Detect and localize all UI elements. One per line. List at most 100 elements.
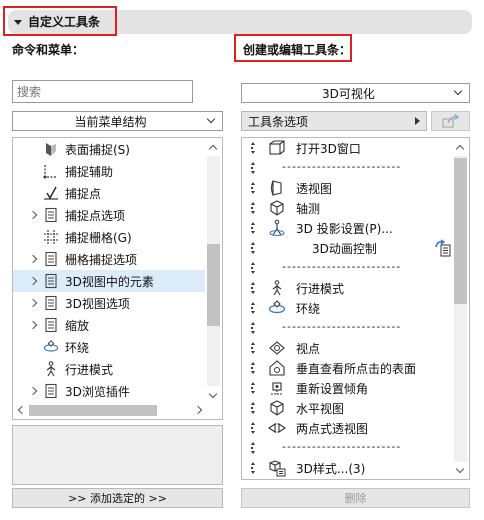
surface-snap-icon	[43, 141, 59, 157]
chevron-right-icon[interactable]	[28, 276, 38, 286]
toolbar-item[interactable]: 视点	[242, 338, 454, 358]
toolbar-items-list[interactable]: 打开3D窗口 ------------------------ 透视图 轴测 3…	[241, 137, 470, 480]
drag-handle-icon[interactable]	[250, 322, 255, 334]
scroll-down-icon[interactable]	[455, 464, 465, 474]
projection-settings-icon	[268, 219, 286, 237]
tree-item-label: 栅格捕捉选项	[65, 252, 138, 267]
toolbar-item-label: 透视图	[296, 181, 333, 196]
toolbar-select-dropdown[interactable]: 3D可视化	[241, 83, 470, 103]
toolbar-separator[interactable]: ------------------------	[242, 318, 454, 338]
drag-handle-icon[interactable]	[250, 142, 255, 154]
level-view-icon	[268, 399, 286, 417]
menu-list-icon	[43, 207, 59, 223]
right-vertical-scrollbar[interactable]	[452, 138, 469, 479]
chevron-right-icon[interactable]	[28, 298, 38, 308]
chevron-right-icon[interactable]	[28, 386, 38, 396]
drag-handle-icon[interactable]	[250, 282, 255, 294]
chevron-right-icon[interactable]	[28, 210, 38, 220]
scroll-thumb[interactable]	[29, 405, 157, 416]
toolbar-item-label: 3D动画控制	[312, 241, 377, 256]
toolbar-item-label: 水平视图	[296, 401, 345, 416]
commands-tree-list[interactable]: 表面捕捉(S) 捕捉辅助 捕捉点 捕捉点选项 捕捉栅格(G) 栅格捕捉选项 3D…	[12, 137, 223, 420]
scroll-left-icon[interactable]	[17, 405, 27, 415]
drag-handle-icon[interactable]	[250, 402, 255, 414]
tree-item[interactable]: 栅格捕捉选项	[13, 248, 207, 270]
drag-handle-icon[interactable]	[250, 382, 255, 394]
chevron-down-icon	[453, 86, 463, 96]
separator-line: ------------------------	[282, 440, 402, 453]
menu-structure-dropdown[interactable]: 当前菜单结构	[12, 111, 223, 131]
edit-toolbar-label: 创建或编辑工具条：	[243, 43, 352, 57]
scroll-up-icon[interactable]	[208, 144, 218, 154]
chevron-right-icon[interactable]	[28, 320, 38, 330]
collapse-triangle-icon[interactable]	[14, 20, 22, 25]
toolbar-item[interactable]: 垂直查看所点击的表面	[242, 358, 454, 378]
toolbar-item[interactable]: 3D样式...(3)	[242, 458, 454, 478]
tree-item-selected[interactable]: 3D视图中的元素	[13, 270, 207, 292]
toolbar-item-label: 行进模式	[296, 281, 345, 296]
tree-item-label: 捕捉栅格(G)	[65, 230, 132, 245]
drag-handle-icon[interactable]	[250, 462, 255, 474]
look-to-surface-icon	[268, 359, 286, 377]
toolbar-item[interactable]: 行进模式	[242, 278, 454, 298]
tree-item-label: 捕捉辅助	[65, 164, 114, 179]
drag-handle-icon[interactable]	[250, 442, 255, 454]
toolbar-item[interactable]: 重新设置倾角	[242, 378, 454, 398]
orbit-icon	[268, 299, 286, 317]
toolbar-options-button[interactable]: 工具条选项	[241, 111, 427, 131]
toolbar-separator[interactable]: ------------------------	[242, 438, 454, 458]
drag-handle-icon[interactable]	[250, 422, 255, 434]
toolbar-item[interactable]: 3D 投影设置(P)...	[242, 218, 454, 238]
drag-handle-icon[interactable]	[250, 302, 255, 314]
tree-item[interactable]: 捕捉点	[13, 182, 207, 204]
tree-item[interactable]: 捕捉栅格(G)	[13, 226, 207, 248]
scroll-thumb[interactable]	[207, 244, 220, 326]
separator-line: ------------------------	[282, 320, 402, 333]
drag-handle-icon[interactable]	[250, 362, 255, 374]
search-input[interactable]	[12, 80, 193, 103]
drag-handle-icon[interactable]	[250, 202, 255, 214]
drag-handle-icon[interactable]	[250, 162, 255, 174]
scroll-down-icon[interactable]	[208, 389, 218, 399]
drag-handle-icon[interactable]	[250, 242, 255, 254]
tree-item[interactable]: 捕捉点选项	[13, 204, 207, 226]
toolbar-separator[interactable]: ------------------------	[242, 158, 454, 178]
drag-handle-icon[interactable]	[250, 182, 255, 194]
toolbar-separator[interactable]: ------------------------	[242, 258, 454, 278]
scroll-up-icon[interactable]	[455, 144, 465, 154]
tree-item[interactable]: 表面捕捉(S)	[13, 138, 207, 160]
toolbar-submenu-item[interactable]: 3D动画控制	[242, 238, 454, 258]
left-vertical-scrollbar[interactable]	[205, 138, 222, 404]
tree-item[interactable]: 缩放	[13, 314, 207, 336]
chevron-right-icon[interactable]	[28, 254, 38, 264]
export-icon	[441, 114, 459, 128]
left-horizontal-scrollbar[interactable]	[13, 402, 207, 419]
toolbar-item[interactable]: 透视图	[242, 178, 454, 198]
export-button[interactable]	[431, 111, 470, 131]
scroll-right-icon[interactable]	[193, 405, 203, 415]
tree-item-label: 环绕	[65, 340, 90, 355]
tree-item[interactable]: 行进模式	[13, 358, 207, 380]
walk-mode-icon	[268, 279, 286, 297]
header-title[interactable]: 自定义工具条	[14, 13, 100, 30]
walk-mode-icon	[43, 361, 59, 377]
drag-handle-icon[interactable]	[250, 342, 255, 354]
toolbar-item[interactable]: 打开3D窗口	[242, 138, 454, 158]
add-selected-button[interactable]: >> 添加选定的 >>	[12, 488, 223, 508]
delete-button[interactable]: 删除	[241, 488, 470, 508]
scroll-thumb[interactable]	[454, 158, 467, 304]
toolbar-item[interactable]: 两点式透视图	[242, 418, 454, 438]
tree-item[interactable]: 3D视图选项	[13, 292, 207, 314]
toolbar-item[interactable]: 水平视图	[242, 398, 454, 418]
menu-list-icon	[43, 383, 59, 399]
tree-item-label: 表面捕捉(S)	[65, 142, 130, 157]
snap-grid-icon	[43, 229, 59, 245]
toolbar-item[interactable]: 轴测	[242, 198, 454, 218]
drag-handle-icon[interactable]	[250, 262, 255, 274]
tree-item[interactable]: 环绕	[13, 336, 207, 358]
drag-handle-icon[interactable]	[250, 222, 255, 234]
tree-item[interactable]: 捕捉辅助	[13, 160, 207, 182]
tree-item-label: 捕捉点选项	[65, 208, 126, 223]
tree-item[interactable]: 3D浏览插件	[13, 380, 207, 402]
toolbar-item[interactable]: 环绕	[242, 298, 454, 318]
